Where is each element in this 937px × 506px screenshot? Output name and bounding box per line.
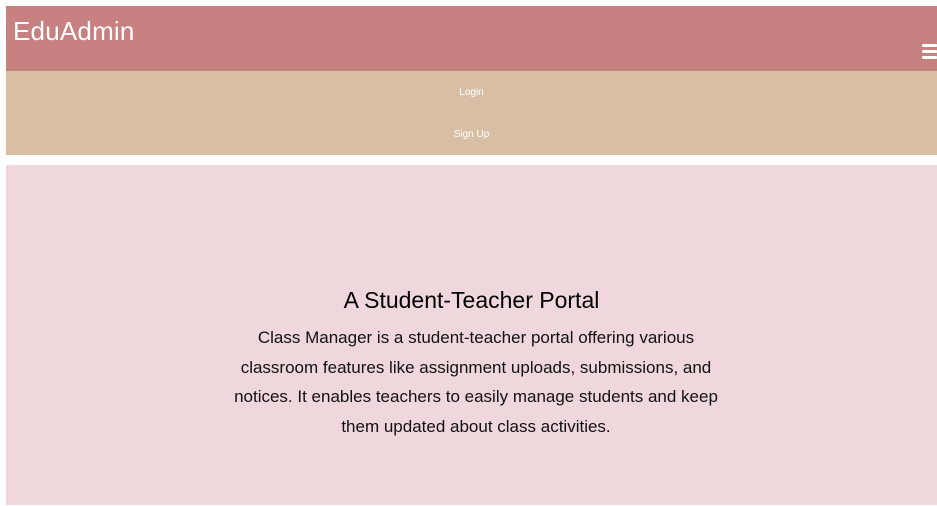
- brand-logo-text[interactable]: EduAdmin: [13, 16, 135, 47]
- nav-menu: Login Sign Up: [6, 71, 937, 155]
- page: EduAdmin Login Sign Up A Student-Teacher…: [0, 0, 937, 506]
- hero-title: A Student-Teacher Portal: [343, 287, 600, 313]
- login-link[interactable]: Login: [6, 87, 937, 98]
- top-header: EduAdmin: [6, 6, 937, 71]
- hero-section: A Student-Teacher Portal Class Manager i…: [6, 165, 937, 505]
- signup-link[interactable]: Sign Up: [6, 129, 937, 140]
- hamburger-line-middle: [922, 50, 937, 53]
- hero-description: Class Manager is a student-teacher porta…: [234, 328, 718, 436]
- hamburger-menu-icon[interactable]: [922, 43, 937, 59]
- hamburger-line-bottom: [922, 56, 937, 59]
- hamburger-line-top: [922, 44, 937, 47]
